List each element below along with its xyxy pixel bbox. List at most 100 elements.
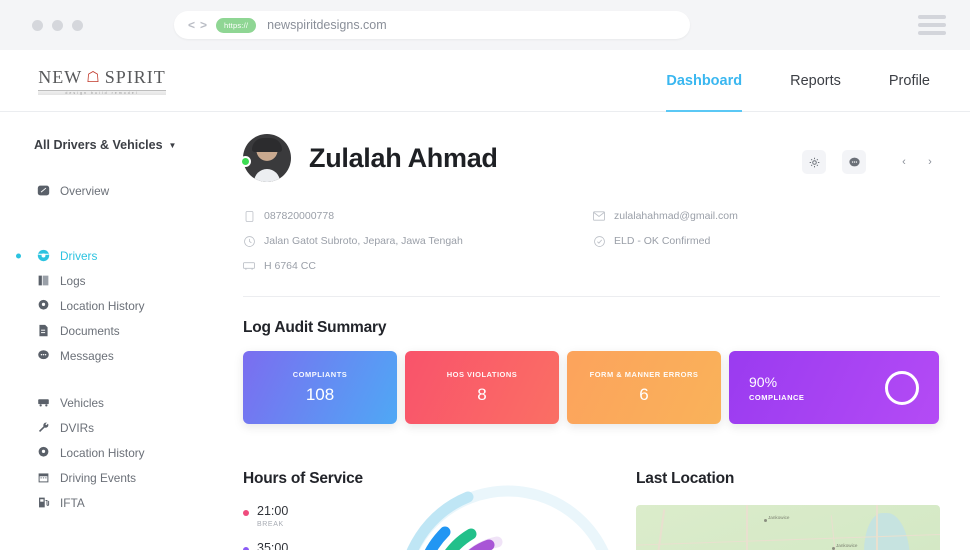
fuel-pump-icon <box>36 496 50 510</box>
site-header: NEW ☖ SPIRIT design build remodel Dashbo… <box>0 50 970 112</box>
map-pin-icon <box>36 446 50 460</box>
hours-of-service-section: Hours of Service 21:00 BREAK 35:00 <box>243 448 628 550</box>
chevron-down-icon: ▼ <box>168 140 177 150</box>
map-pin-icon <box>36 299 50 313</box>
document-icon <box>36 324 50 338</box>
legend-time: 21:00 <box>257 504 289 518</box>
sidebar-item-label: Location History <box>60 445 145 460</box>
hamburger-icon[interactable] <box>918 15 946 35</box>
sidebar-group-vehicles: Vehicles DVIRs Location History Driving … <box>0 390 215 515</box>
gear-icon[interactable] <box>802 150 826 174</box>
sidebar-group-drivers: Drivers Logs Location History Documents <box>0 243 215 368</box>
active-indicator-dot <box>16 253 21 258</box>
meta-eld-status: ELD - OK Confirmed <box>593 235 940 247</box>
card-value: 108 <box>305 385 335 404</box>
card-value: 8 <box>477 385 487 404</box>
profile-actions: ‹ › <box>802 150 940 174</box>
compliance-percent: 90% <box>749 373 778 390</box>
sidebar-item-ifta[interactable]: IFTA <box>36 490 215 515</box>
compliance-ring-chart <box>885 370 919 405</box>
sidebar-item-dvirs[interactable]: DVIRs <box>36 415 215 440</box>
meta-address: Jalan Gatot Subroto, Jepara, Jawa Tengah <box>243 235 593 247</box>
house-icon: ☖ <box>86 69 101 86</box>
window-controls[interactable] <box>32 19 83 31</box>
sidebar-item-drivers[interactable]: Drivers <box>16 243 215 268</box>
sidebar-item-label: Drivers <box>60 248 98 263</box>
primary-nav: Dashboard Reports Profile <box>666 50 930 112</box>
map-label: Jankowice <box>836 543 858 548</box>
window-minimize-dot[interactable] <box>52 19 63 31</box>
last-location-section: Last Location Jankowice Jankowice Chojna <box>636 448 940 550</box>
logo-wordmark: NEW ☖ SPIRIT <box>38 67 166 88</box>
card-label: FORM & MANNER ERRORS <box>589 370 699 379</box>
meta-value: ELD - OK Confirmed <box>614 235 711 247</box>
sidebar-item-messages[interactable]: Messages <box>36 343 215 368</box>
section-divider <box>243 296 940 297</box>
sidebar-item-label: Vehicles <box>60 395 104 410</box>
sidebar-item-location-history[interactable]: Location History <box>36 293 215 318</box>
next-record-button[interactable]: › <box>920 152 940 172</box>
map-place-dot <box>764 519 767 522</box>
sidebar-group-general: Overview <box>0 178 215 203</box>
audit-card-compliance[interactable]: 90% COMPLIANCE <box>729 351 939 424</box>
chat-bubble-icon <box>36 349 50 363</box>
forward-icon[interactable]: > <box>200 18 207 32</box>
sidebar-item-vehicle-location-history[interactable]: Location History <box>36 440 215 465</box>
meta-value: H 6764 CC <box>264 260 316 272</box>
sidebar-item-label: Logs <box>60 273 86 288</box>
last-location-title: Last Location <box>636 470 735 487</box>
chat-bubble-icon[interactable] <box>842 150 866 174</box>
nav-profile[interactable]: Profile <box>889 50 930 111</box>
map-road <box>746 505 748 550</box>
book-icon <box>36 274 50 288</box>
sidebar-item-label: Messages <box>60 348 114 363</box>
audit-card-form-manner-errors[interactable]: FORM & MANNER ERRORS 6 <box>567 351 721 424</box>
sidebar-item-documents[interactable]: Documents <box>36 318 215 343</box>
address-bar[interactable]: < > https:// newspiritdesigns.com <box>174 11 690 39</box>
location-map[interactable]: Jankowice Jankowice Chojna Regoty <box>636 505 940 550</box>
nav-dashboard[interactable]: Dashboard <box>666 50 742 112</box>
sidebar: All Drivers & Vehicles ▼ Overview Driver… <box>0 112 215 550</box>
sidebar-item-label: Overview <box>60 183 110 198</box>
envelope-icon <box>593 210 605 222</box>
sidebar-item-overview[interactable]: Overview <box>36 178 215 203</box>
prev-record-button[interactable]: ‹ <box>894 152 914 172</box>
meta-value: Jalan Gatot Subroto, Jepara, Jawa Tengah <box>264 235 463 247</box>
scope-dropdown[interactable]: All Drivers & Vehicles ▼ <box>34 138 215 152</box>
page-title: Zulalah Ahmad <box>309 142 498 173</box>
audit-section-title: Log Audit Summary <box>243 319 387 336</box>
bottom-sections: Hours of Service 21:00 BREAK 35:00 Last … <box>243 448 940 550</box>
nav-reports[interactable]: Reports <box>790 50 841 111</box>
legend-label: BREAK <box>257 520 284 528</box>
back-icon[interactable]: < <box>188 18 195 32</box>
map-label: Jankowice <box>768 515 790 520</box>
window-maximize-dot[interactable] <box>72 19 83 31</box>
legend-time: 35:00 <box>257 540 289 550</box>
calendar-icon <box>36 471 50 485</box>
sidebar-item-label: IFTA <box>60 495 85 510</box>
compliance-label: COMPLIANCE <box>749 392 805 402</box>
https-badge: https:// <box>216 17 257 33</box>
meta-value: zulalahahmad@gmail.com <box>614 210 738 222</box>
scope-label: All Drivers & Vehicles <box>34 138 163 152</box>
sidebar-item-vehicles[interactable]: Vehicles <box>36 390 215 415</box>
url-text[interactable]: newspiritdesigns.com <box>267 18 387 32</box>
card-label: COMPLIANTS <box>292 370 348 379</box>
audit-card-compliants[interactable]: COMPLIANTS 108 <box>243 351 397 424</box>
sidebar-item-label: Documents <box>60 323 120 338</box>
logo-tagline: design build remodel <box>65 90 139 95</box>
brand-logo[interactable]: NEW ☖ SPIRIT design build remodel <box>38 67 166 95</box>
sidebar-item-logs[interactable]: Logs <box>36 268 215 293</box>
meta-empty <box>593 260 940 272</box>
main-content: Zulalah Ahmad ‹ › 087820000778 zulalahah… <box>215 112 970 550</box>
window-close-dot[interactable] <box>32 19 43 31</box>
sidebar-item-driving-events[interactable]: Driving Events <box>36 465 215 490</box>
hos-radial-chart <box>406 485 609 550</box>
audit-card-hos-violations[interactable]: HOS VIOLATIONS 8 <box>405 351 559 424</box>
check-circle-icon <box>593 235 605 247</box>
card-label: HOS VIOLATIONS <box>446 370 518 379</box>
truck-icon <box>243 260 255 272</box>
sidebar-item-label: Location History <box>60 298 145 313</box>
avatar-wrapper <box>240 134 291 182</box>
browser-chrome: < > https:// newspiritdesigns.com <box>0 0 970 50</box>
